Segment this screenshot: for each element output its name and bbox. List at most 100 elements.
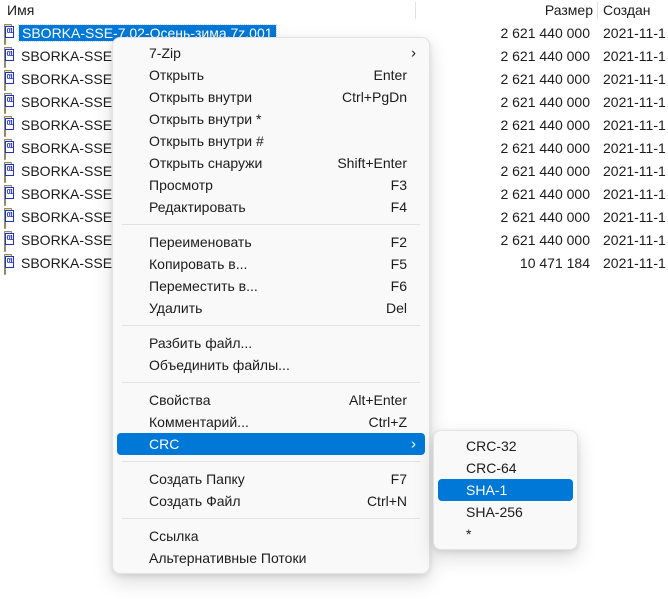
archive-part-badge: 01	[5, 256, 14, 268]
menu-separator	[122, 461, 420, 462]
file-size: 2 621 440 000	[500, 48, 590, 64]
context-menu-item-7[interactable]: Редактировать F4	[117, 196, 425, 218]
menu-item-label: Создать Папку	[149, 471, 245, 487]
split-archive-icon: 01	[4, 234, 6, 252]
file-size: 2 621 440 000	[500, 186, 590, 202]
file-created-date: 2021-11-1	[603, 71, 668, 87]
chevron-right-icon: ›	[411, 437, 416, 452]
context-menu-item-1[interactable]: Открыть Enter	[117, 64, 425, 86]
column-divider[interactable]	[597, 2, 598, 19]
split-archive-icon: 01	[4, 211, 6, 229]
crc-submenu-item-4[interactable]: *	[438, 523, 573, 545]
file-created-date: 2021-11-1	[603, 163, 668, 179]
file-name: SBORKA-SSE-7	[21, 117, 124, 133]
file-size: 2 621 440 000	[500, 140, 590, 156]
menu-item-label: Переместить в...	[149, 278, 258, 294]
archive-part-badge: 01	[5, 49, 14, 61]
crc-submenu-item-3[interactable]: SHA-256	[438, 501, 573, 523]
file-size: 10 471 184	[520, 255, 590, 271]
menu-item-label: SHA-1	[466, 482, 507, 498]
menu-item-label: Редактировать	[149, 199, 246, 215]
context-menu-item-11[interactable]: Удалить Del	[117, 297, 425, 319]
archive-part-badge: 01	[5, 187, 14, 199]
crc-submenu-item-1[interactable]: CRC-64	[438, 457, 573, 479]
file-size: 2 621 440 000	[500, 71, 590, 87]
context-menu-item-2[interactable]: Открыть внутри Ctrl+PgDn	[117, 86, 425, 108]
archive-part-badge: 01	[5, 26, 14, 38]
menu-item-label: Копировать в...	[149, 256, 247, 272]
menu-separator	[122, 518, 420, 519]
menu-item-label: CRC	[149, 436, 179, 452]
menu-separator	[122, 224, 420, 225]
menu-item-label: SHA-256	[466, 504, 523, 520]
context-menu-item-6[interactable]: Просмотр F3	[117, 174, 425, 196]
column-divider[interactable]	[415, 2, 416, 19]
context-menu: 7-Zip › Открыть Enter Открыть внутри Ctr…	[112, 37, 430, 574]
menu-item-shortcut: F5	[391, 256, 407, 272]
file-created-date: 2021-11-1	[603, 255, 668, 271]
menu-item-shortcut: Ctrl+PgDn	[342, 89, 407, 105]
menu-item-shortcut: F7	[391, 471, 407, 487]
context-menu-item-14[interactable]: Свойства Alt+Enter	[117, 389, 425, 411]
menu-item-shortcut: F4	[391, 199, 407, 215]
column-header-created[interactable]: Создан	[603, 2, 651, 18]
column-header-size[interactable]: Размер	[545, 2, 593, 18]
file-created-date: 2021-11-1	[603, 94, 668, 110]
file-size: 2 621 440 000	[500, 94, 590, 110]
file-name: SBORKA-SSE-7	[21, 71, 124, 87]
menu-item-label: 7-Zip	[149, 45, 181, 61]
file-size: 2 621 440 000	[500, 25, 590, 41]
context-menu-item-3[interactable]: Открыть внутри *	[117, 108, 425, 130]
archive-part-badge: 01	[5, 72, 14, 84]
context-menu-item-9[interactable]: Копировать в... F5	[117, 253, 425, 275]
menu-item-label: CRC-64	[466, 460, 517, 476]
split-archive-icon: 01	[4, 119, 6, 137]
menu-item-label: Удалить	[149, 300, 202, 316]
context-menu-item-15[interactable]: Комментарий... Ctrl+Z	[117, 411, 425, 433]
menu-item-label: Комментарий...	[149, 414, 249, 430]
menu-separator	[122, 382, 420, 383]
archive-part-badge: 01	[5, 210, 14, 222]
context-menu-item-10[interactable]: Переместить в... F6	[117, 275, 425, 297]
menu-item-label: CRC-32	[466, 438, 517, 454]
split-archive-icon: 01	[4, 188, 6, 206]
menu-item-label: Просмотр	[149, 177, 213, 193]
file-created-date: 2021-11-1	[603, 48, 668, 64]
crc-submenu-item-2[interactable]: SHA-1	[438, 479, 573, 501]
archive-part-badge: 01	[5, 95, 14, 107]
menu-item-label: Свойства	[149, 392, 210, 408]
file-created-date: 2021-11-1	[603, 186, 668, 202]
context-menu-item-8[interactable]: Переименовать F2	[117, 231, 425, 253]
context-menu-item-17[interactable]: Создать Папку F7	[117, 468, 425, 490]
context-menu-item-5[interactable]: Открыть снаружи Shift+Enter	[117, 152, 425, 174]
context-menu-item-13[interactable]: Объединить файлы...	[117, 354, 425, 376]
context-menu-item-18[interactable]: Создать Файл Ctrl+N	[117, 490, 425, 512]
file-name: SBORKA-SSE-7	[21, 140, 124, 156]
context-menu-item-20[interactable]: Альтернативные Потоки	[117, 547, 425, 569]
menu-item-shortcut: Del	[386, 300, 407, 316]
file-size: 2 621 440 000	[500, 163, 590, 179]
column-header-name[interactable]: Имя	[7, 2, 34, 18]
menu-item-label: Создать Файл	[149, 493, 241, 509]
context-menu-item-16[interactable]: CRC ›	[117, 433, 425, 455]
file-name: SBORKA-SSE-7	[21, 48, 124, 64]
crc-submenu-item-0[interactable]: CRC-32	[438, 435, 573, 457]
context-menu-item-19[interactable]: Ссылка	[117, 525, 425, 547]
archive-part-badge: 01	[5, 164, 14, 176]
archive-part-badge: 01	[5, 141, 14, 153]
menu-separator	[122, 325, 420, 326]
file-name: SBORKA-SSE-7	[21, 186, 124, 202]
menu-item-shortcut: F2	[391, 234, 407, 250]
menu-item-label: Открыть внутри *	[149, 111, 261, 127]
file-created-date: 2021-11-1	[603, 117, 668, 133]
context-menu-item-12[interactable]: Разбить файл...	[117, 332, 425, 354]
context-menu-item-4[interactable]: Открыть внутри #	[117, 130, 425, 152]
menu-item-shortcut: Ctrl+N	[367, 493, 407, 509]
menu-item-label: Разбить файл...	[149, 335, 252, 351]
file-name: SBORKA-SSE-7	[21, 94, 124, 110]
context-menu-item-0[interactable]: 7-Zip ›	[117, 42, 425, 64]
chevron-right-icon: ›	[411, 46, 416, 61]
menu-item-label: Объединить файлы...	[149, 357, 290, 373]
menu-item-label: Открыть снаружи	[149, 155, 262, 171]
split-archive-icon: 01	[4, 165, 6, 183]
